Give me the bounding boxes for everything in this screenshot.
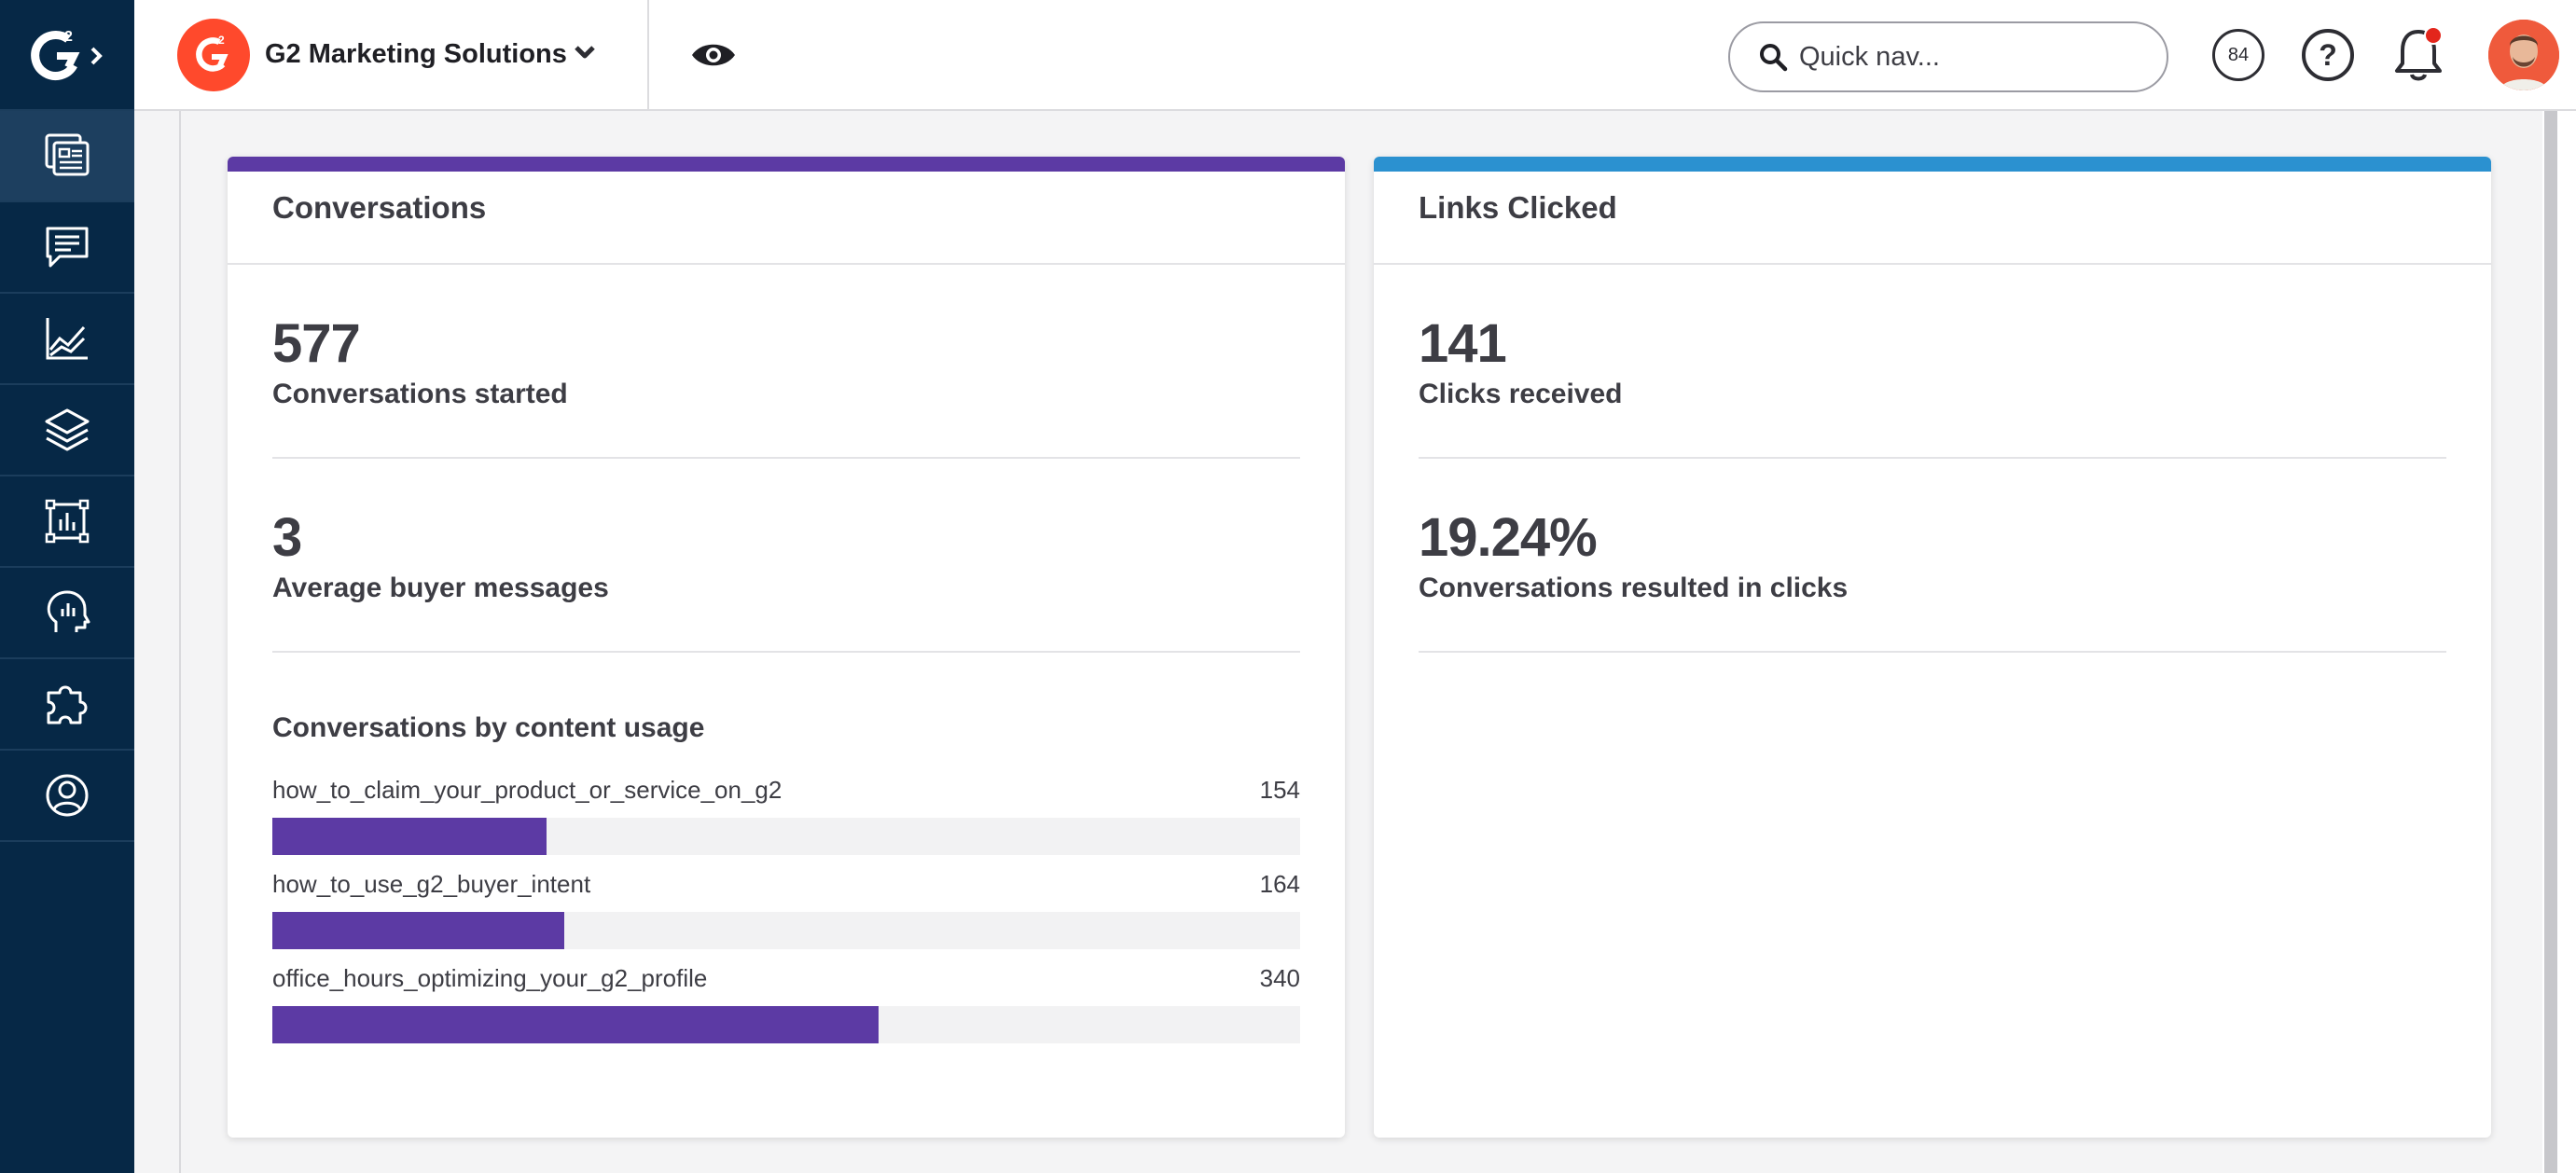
usage-row: office_hours_optimizing_your_g2_profile … <box>272 964 1300 1043</box>
content-usage-section: Conversations by content usage how_to_cl… <box>228 653 1345 1043</box>
g2-logo[interactable]: 2 <box>0 0 134 111</box>
quick-nav-search[interactable] <box>1728 21 2168 92</box>
links-clicked-card: Links Clicked 141 Clicks received 19.24%… <box>1374 157 2491 1138</box>
clicks-received-stat: 141 Clicks received <box>1374 265 2491 459</box>
usage-row: how_to_use_g2_buyer_intent 164 <box>272 870 1300 949</box>
conversations-started-stat: 577 Conversations started <box>228 265 1345 459</box>
usage-row-label: how_to_claim_your_product_or_service_on_… <box>272 776 782 804</box>
sidebar-item-messages[interactable] <box>0 202 134 294</box>
quick-nav-input[interactable] <box>1799 41 2154 73</box>
line-chart-icon <box>46 318 88 360</box>
svg-text:2: 2 <box>218 34 225 47</box>
average-messages-value: 3 <box>272 507 302 568</box>
usage-bar-track <box>272 818 1300 855</box>
sidebar-item-reports[interactable] <box>0 294 134 385</box>
top-bar: 2 G2 Marketing Solutions 84 ? <box>134 0 2576 111</box>
sidebar-item-dashboard[interactable] <box>0 111 134 202</box>
help-button[interactable]: ? <box>2302 29 2354 81</box>
clicks-received-label: Clicks received <box>1419 379 1623 409</box>
clicks-received-value: 141 <box>1419 313 1507 374</box>
conversations-card: Conversations 577 Conversations started … <box>228 157 1345 1138</box>
links-accent-bar <box>1374 157 2491 172</box>
average-messages-stat: 3 Average buyer messages <box>228 459 1345 653</box>
click-rate-label: Conversations resulted in clicks <box>1419 573 1849 603</box>
usage-bar-fill <box>272 1006 879 1043</box>
sidebar-item-analytics[interactable] <box>0 476 134 568</box>
head-insights-icon <box>47 590 90 632</box>
sidebar-item-account[interactable] <box>0 751 134 842</box>
usage-row-label: how_to_use_g2_buyer_intent <box>272 870 591 898</box>
usage-bar-fill <box>272 912 564 949</box>
search-icon <box>1760 44 1788 72</box>
layers-icon <box>45 408 90 451</box>
user-circle-icon <box>46 774 89 817</box>
average-messages-label: Average buyer messages <box>272 573 609 603</box>
usage-row-value: 164 <box>1259 870 1300 898</box>
sidebar-item-integrations[interactable] <box>0 659 134 751</box>
eye-icon[interactable] <box>690 34 737 76</box>
sidebar: 2 <box>0 0 134 1173</box>
usage-row-label: office_hours_optimizing_your_g2_profile <box>272 964 708 992</box>
usage-row-value: 154 <box>1259 776 1300 804</box>
links-clicked-card-title: Links Clicked <box>1374 172 2491 265</box>
click-rate-stat: 19.24% Conversations resulted in clicks <box>1374 459 2491 653</box>
scrollbar-thumb[interactable] <box>2544 111 2557 1173</box>
company-logo-icon: 2 <box>177 18 250 91</box>
svg-text:2: 2 <box>64 29 73 45</box>
conversations-accent-bar <box>228 157 1345 172</box>
sidebar-item-insights[interactable] <box>0 568 134 659</box>
usage-row-value: 340 <box>1259 964 1300 992</box>
usage-bar-track <box>272 912 1300 949</box>
conversations-card-title: Conversations <box>228 172 1345 265</box>
sidebar-item-products[interactable] <box>0 385 134 476</box>
conversations-started-value: 577 <box>272 313 361 374</box>
usage-bar-track <box>272 1006 1300 1043</box>
bar-chart-frame-icon <box>45 499 90 544</box>
g2-logo-icon: 2 <box>31 29 103 80</box>
chevron-down-icon[interactable] <box>573 43 597 62</box>
click-rate-value: 19.24% <box>1419 507 1598 568</box>
avatar[interactable] <box>2488 20 2559 90</box>
company-switcher[interactable]: 2 G2 Marketing Solutions <box>134 0 649 109</box>
dashboard-icon <box>45 133 90 176</box>
notification-dot <box>2424 26 2443 45</box>
profile-score-badge[interactable]: 84 <box>2212 29 2264 81</box>
chat-icon <box>46 227 89 268</box>
puzzle-icon <box>47 685 88 724</box>
user-avatar-icon <box>2488 20 2559 90</box>
company-name: G2 Marketing Solutions <box>265 39 567 69</box>
content-usage-title: Conversations by content usage <box>272 712 705 743</box>
usage-bar-fill <box>272 818 547 855</box>
conversations-started-label: Conversations started <box>272 379 568 409</box>
usage-row: how_to_claim_your_product_or_service_on_… <box>272 776 1300 855</box>
